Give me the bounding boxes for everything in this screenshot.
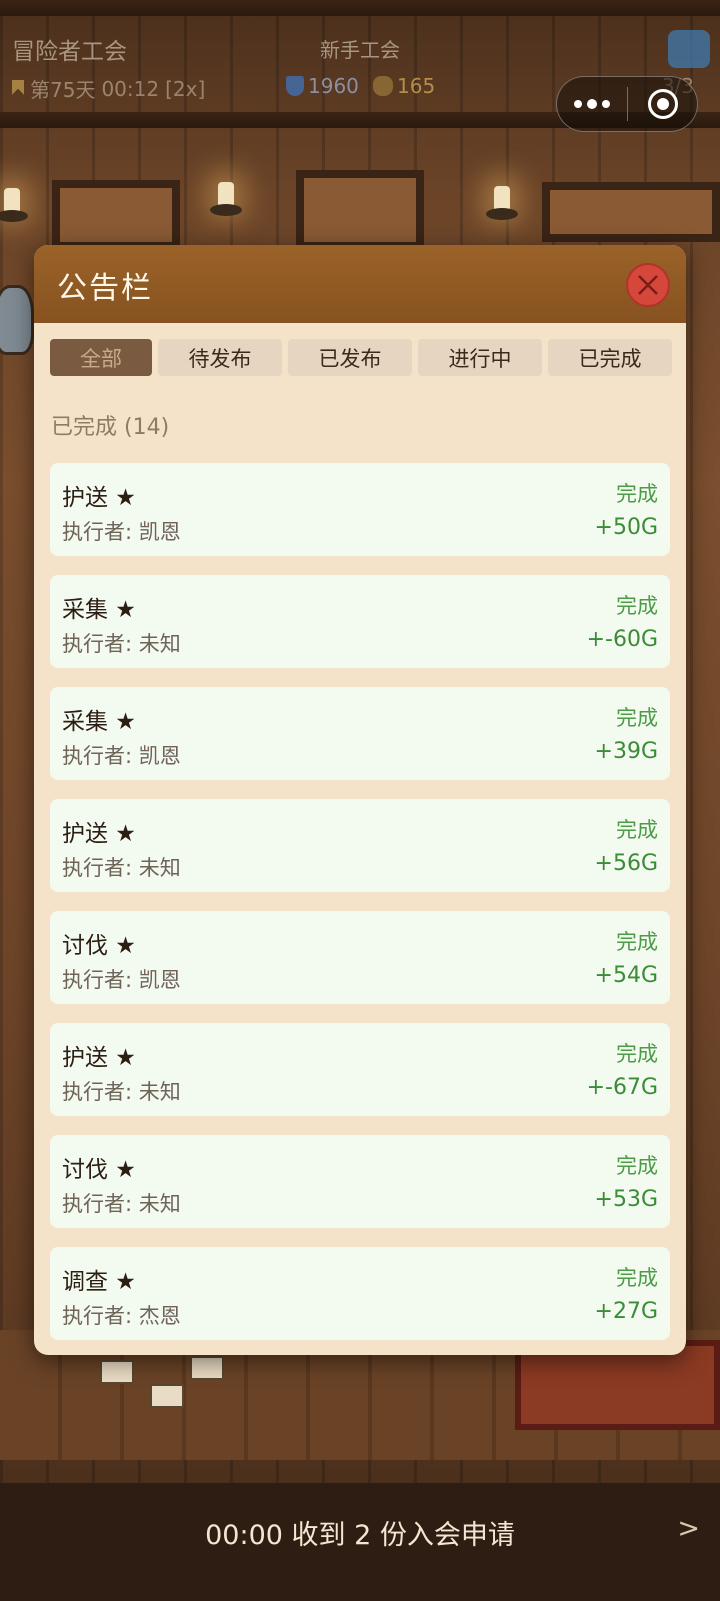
chevron-right-icon[interactable]: > — [677, 1513, 700, 1544]
target-icon — [647, 89, 678, 119]
task-reward: +56G — [594, 851, 658, 876]
defense-stat: 1960 — [286, 74, 359, 98]
modal-title: 公告栏 — [57, 271, 153, 306]
task-executor: 执行者: 未知 — [62, 1192, 181, 1216]
task-status: 完成 — [616, 706, 658, 730]
notification-bar[interactable]: 00:00 收到 2 份入会申请 > — [0, 1483, 720, 1601]
task-card[interactable]: 采集 ★ 执行者: 凯恩 完成 +39G — [50, 687, 670, 780]
task-card[interactable]: 调查 ★ 执行者: 杰恩 完成 +27G — [50, 1247, 670, 1340]
task-reward: +50G — [594, 515, 658, 540]
task-reward: +-60G — [586, 627, 658, 652]
task-reward: +39G — [594, 739, 658, 764]
task-name: 护送 ★ — [62, 1045, 136, 1071]
task-name: 护送 ★ — [62, 821, 136, 847]
task-executor: 执行者: 未知 — [62, 632, 181, 656]
tab-published[interactable]: 已发布 — [288, 339, 412, 376]
modal-header: 公告栏 — [34, 245, 686, 323]
task-executor: 执行者: 杰恩 — [62, 1304, 181, 1328]
task-status: 完成 — [616, 1266, 658, 1290]
menu-capsule — [556, 76, 698, 132]
task-status: 完成 — [616, 1042, 658, 1066]
close-button[interactable] — [626, 263, 670, 307]
gold-stat: 165 — [373, 74, 435, 98]
day-label: 第75天 — [30, 78, 96, 102]
speed-label: [2x] — [165, 76, 206, 101]
guild-rank: 新手工会 — [320, 38, 400, 62]
defense-value: 1960 — [308, 74, 359, 98]
bulletin-modal: 公告栏 全部 待发布 已发布 进行中 已完成 已完成 (14) 护送 ★ 执行者… — [34, 245, 686, 1355]
task-status: 完成 — [616, 818, 658, 842]
tab-pending[interactable]: 待发布 — [158, 339, 282, 376]
task-status: 完成 — [616, 1154, 658, 1178]
task-executor: 执行者: 未知 — [62, 1080, 181, 1104]
task-card[interactable]: 讨伐 ★ 执行者: 未知 完成 +53G — [50, 1135, 670, 1228]
vase-icon — [0, 285, 34, 355]
tab-all[interactable]: 全部 — [50, 339, 152, 376]
task-card[interactable]: 讨伐 ★ 执行者: 凯恩 完成 +54G — [50, 911, 670, 1004]
section-label: 已完成 (14) — [51, 415, 170, 440]
task-name: 采集 ★ — [62, 597, 136, 623]
letter-icon — [150, 1384, 184, 1408]
money-bag-icon — [373, 76, 393, 96]
exit-button[interactable] — [628, 76, 697, 132]
task-executor: 执行者: 凯恩 — [62, 744, 181, 768]
task-status: 完成 — [616, 930, 658, 954]
task-name: 讨伐 ★ — [62, 1157, 136, 1183]
day-clock: 第75天 00:12 [2x] — [12, 74, 205, 103]
dot-icon — [574, 100, 582, 108]
task-status: 完成 — [616, 482, 658, 506]
letter-icon — [190, 1356, 224, 1380]
task-reward: +53G — [594, 1187, 658, 1212]
task-executor: 执行者: 凯恩 — [62, 968, 181, 992]
shelf — [542, 182, 720, 242]
task-card[interactable]: 护送 ★ 执行者: 未知 完成 +56G — [50, 799, 670, 892]
task-reward: +54G — [594, 963, 658, 988]
task-status: 完成 — [616, 594, 658, 618]
settings-button[interactable] — [668, 30, 710, 68]
wooden-door — [296, 170, 424, 250]
task-executor: 执行者: 凯恩 — [62, 520, 181, 544]
dot-icon — [602, 100, 610, 108]
task-card[interactable]: 采集 ★ 执行者: 未知 完成 +-60G — [50, 575, 670, 668]
tab-completed[interactable]: 已完成 — [548, 339, 672, 376]
notice-board — [52, 180, 180, 250]
task-reward: +27G — [594, 1299, 658, 1324]
task-card[interactable]: 护送 ★ 执行者: 未知 完成 +-67G — [50, 1023, 670, 1116]
gold-value: 165 — [397, 74, 436, 98]
task-name: 调查 ★ — [62, 1269, 136, 1295]
clock-label: 00:12 — [101, 76, 160, 101]
filter-tabs: 全部 待发布 已发布 进行中 已完成 — [50, 339, 672, 376]
hourglass-icon — [12, 79, 24, 98]
tab-in-progress[interactable]: 进行中 — [418, 339, 542, 376]
close-icon — [638, 275, 658, 295]
task-list: 护送 ★ 执行者: 凯恩 完成 +50G 采集 ★ 执行者: 未知 完成 +-6… — [50, 463, 670, 1355]
candle-icon — [210, 182, 242, 216]
task-reward: +-67G — [586, 1075, 658, 1100]
shield-icon — [286, 76, 304, 96]
letter-icon — [100, 1360, 134, 1384]
notification-text: 00:00 收到 2 份入会申请 — [205, 1520, 515, 1551]
task-executor: 执行者: 未知 — [62, 856, 181, 880]
dot-icon — [587, 99, 597, 109]
task-name: 讨伐 ★ — [62, 933, 136, 959]
task-name: 采集 ★ — [62, 709, 136, 735]
more-button[interactable] — [557, 76, 627, 132]
candle-icon — [486, 186, 518, 220]
task-name: 护送 ★ — [62, 485, 136, 511]
candle-icon — [0, 188, 28, 222]
task-card[interactable]: 护送 ★ 执行者: 凯恩 完成 +50G — [50, 463, 670, 556]
